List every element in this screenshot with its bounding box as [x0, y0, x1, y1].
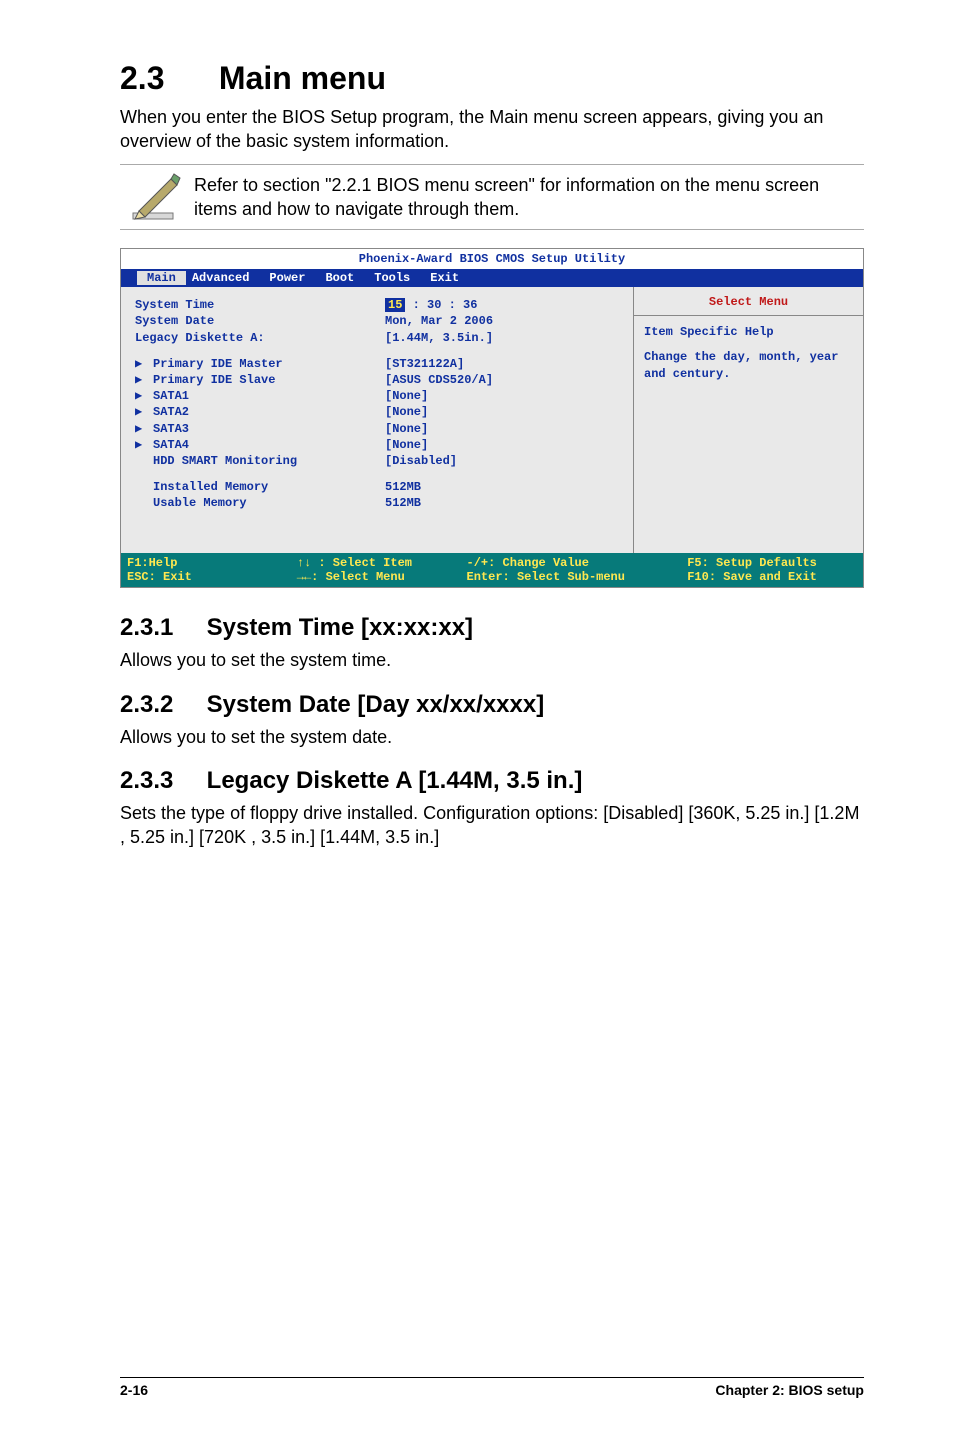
- page-footer: 2-16 Chapter 2: BIOS setup: [120, 1377, 864, 1398]
- value-system-time[interactable]: 15 : 30 : 36: [385, 297, 625, 313]
- tab-main[interactable]: Main: [137, 271, 186, 285]
- help-item-specific: Item Specific Help: [634, 316, 863, 349]
- label-sata1: SATA1: [153, 389, 189, 403]
- section-heading: 2.3 Main menu: [120, 60, 864, 97]
- spacer: [135, 453, 153, 469]
- section-title-text: Main menu: [219, 60, 386, 96]
- row-sata3[interactable]: ▶SATA3 [None]: [135, 421, 625, 437]
- tab-exit[interactable]: Exit: [424, 271, 473, 285]
- value-sata3: [None]: [385, 421, 625, 437]
- chapter-label: Chapter 2: BIOS setup: [715, 1382, 864, 1398]
- time-rest: : 30 : 36: [405, 298, 477, 312]
- row-system-time[interactable]: System Time 15 : 30 : 36: [135, 297, 625, 313]
- select-item: ↑↓ : Select Item: [297, 556, 412, 570]
- bios-title: Phoenix-Award BIOS CMOS Setup Utility: [121, 249, 863, 269]
- bios-screen: Phoenix-Award BIOS CMOS Setup Utility Ma…: [120, 248, 864, 588]
- select-menu: →←: Select Menu: [297, 570, 405, 584]
- row-legacy-diskette[interactable]: Legacy Diskette A: [1.44M, 3.5in.]: [135, 330, 625, 346]
- spacer: [135, 495, 153, 511]
- tab-tools[interactable]: Tools: [368, 271, 424, 285]
- help-description: Change the day, month, year and century.: [634, 349, 863, 391]
- spacer: [135, 479, 153, 495]
- label-system-date: System Date: [135, 313, 385, 329]
- select-submenu: Enter: Select Sub-menu: [467, 570, 625, 584]
- row-sata2[interactable]: ▶SATA2 [None]: [135, 404, 625, 420]
- tab-power[interactable]: Power: [263, 271, 319, 285]
- subsection-heading-3: 2.3.3 Legacy Diskette A [1.44M, 3.5 in.]: [120, 767, 864, 795]
- value-sata1: [None]: [385, 388, 625, 404]
- note-text: Refer to section "2.2.1 BIOS menu screen…: [190, 167, 864, 228]
- hour-highlight[interactable]: 15: [385, 298, 405, 312]
- esc-exit: ESC: Exit: [127, 570, 192, 584]
- sub1-number: 2.3.1: [120, 614, 200, 642]
- page-number: 2-16: [120, 1382, 148, 1398]
- triangle-icon: ▶: [135, 437, 153, 453]
- triangle-icon: ▶: [135, 356, 153, 372]
- sub1-title: System Time [xx:xx:xx]: [207, 614, 473, 641]
- footer-col4: F5: Setup DefaultsF10: Save and Exit: [687, 556, 857, 584]
- subsection-heading-2: 2.3.2 System Date [Day xx/xx/xxxx]: [120, 691, 864, 719]
- row-hdd-smart[interactable]: HDD SMART Monitoring [Disabled]: [135, 453, 625, 469]
- label-usable: Usable Memory: [153, 496, 247, 510]
- subsection-heading-1: 2.3.1 System Time [xx:xx:xx]: [120, 614, 864, 642]
- value-sata4: [None]: [385, 437, 625, 453]
- value-pim: [ST321122A]: [385, 356, 625, 372]
- value-usable: 512MB: [385, 495, 625, 511]
- value-pis: [ASUS CDS520/A]: [385, 372, 625, 388]
- value-sata2: [None]: [385, 404, 625, 420]
- help-panel-title: Select Menu: [634, 287, 863, 315]
- bios-help-panel: Select Menu Item Specific Help Change th…: [633, 287, 863, 553]
- triangle-icon: ▶: [135, 421, 153, 437]
- tab-advanced[interactable]: Advanced: [186, 271, 264, 285]
- row-primary-ide-slave[interactable]: ▶Primary IDE Slave [ASUS CDS520/A]: [135, 372, 625, 388]
- triangle-icon: ▶: [135, 372, 153, 388]
- label-system-time: System Time: [135, 297, 385, 313]
- row-installed-memory: Installed Memory 512MB: [135, 479, 625, 495]
- footer-col2: ↑↓ : Select Item→←: Select Menu: [297, 556, 467, 584]
- sub2-title: System Date [Day xx/xx/xxxx]: [207, 691, 545, 718]
- label-sata3: SATA3: [153, 422, 189, 436]
- triangle-icon: ▶: [135, 404, 153, 420]
- label-installed: Installed Memory: [153, 480, 268, 494]
- sub3-body: Sets the type of floppy drive installed.…: [120, 801, 864, 850]
- row-usable-memory: Usable Memory 512MB: [135, 495, 625, 511]
- value-hdd[interactable]: [Disabled]: [385, 453, 625, 469]
- sub2-number: 2.3.2: [120, 691, 200, 719]
- triangle-icon: ▶: [135, 388, 153, 404]
- footer-col1: F1:HelpESC: Exit: [127, 556, 297, 584]
- label-pim: Primary IDE Master: [153, 357, 283, 371]
- bios-menubar: Main Advanced Power Boot Tools Exit: [121, 269, 863, 287]
- sub1-body: Allows you to set the system time.: [120, 648, 864, 672]
- row-sata1[interactable]: ▶SATA1 [None]: [135, 388, 625, 404]
- label-legacy: Legacy Diskette A:: [135, 330, 385, 346]
- f1-help: F1:Help: [127, 556, 177, 570]
- tab-boot[interactable]: Boot: [319, 271, 368, 285]
- sub2-body: Allows you to set the system date.: [120, 725, 864, 749]
- setup-defaults: F5: Setup Defaults: [687, 556, 817, 570]
- value-installed: 512MB: [385, 479, 625, 495]
- bios-main-panel: System Time 15 : 30 : 36 System Date Mon…: [121, 287, 633, 553]
- section-lead: When you enter the BIOS Setup program, t…: [120, 105, 864, 154]
- row-system-date[interactable]: System Date Mon, Mar 2 2006: [135, 313, 625, 329]
- value-legacy[interactable]: [1.44M, 3.5in.]: [385, 330, 625, 346]
- footer-col3: -/+: Change ValueEnter: Select Sub-menu: [467, 556, 688, 584]
- value-system-date[interactable]: Mon, Mar 2 2006: [385, 313, 625, 329]
- label-pis: Primary IDE Slave: [153, 373, 275, 387]
- note-box: Refer to section "2.2.1 BIOS menu screen…: [120, 164, 864, 231]
- bios-footer-bar: F1:HelpESC: Exit ↑↓ : Select Item→←: Sel…: [121, 553, 863, 587]
- row-primary-ide-master[interactable]: ▶Primary IDE Master [ST321122A]: [135, 356, 625, 372]
- change-value: -/+: Change Value: [467, 556, 589, 570]
- pencil-note-icon: [120, 169, 190, 225]
- sub3-number: 2.3.3: [120, 767, 200, 795]
- row-sata4[interactable]: ▶SATA4 [None]: [135, 437, 625, 453]
- label-hdd: HDD SMART Monitoring: [153, 454, 297, 468]
- sub3-title: Legacy Diskette A [1.44M, 3.5 in.]: [207, 767, 583, 794]
- label-sata4: SATA4: [153, 438, 189, 452]
- save-exit: F10: Save and Exit: [687, 570, 817, 584]
- section-number: 2.3: [120, 60, 210, 97]
- label-sata2: SATA2: [153, 405, 189, 419]
